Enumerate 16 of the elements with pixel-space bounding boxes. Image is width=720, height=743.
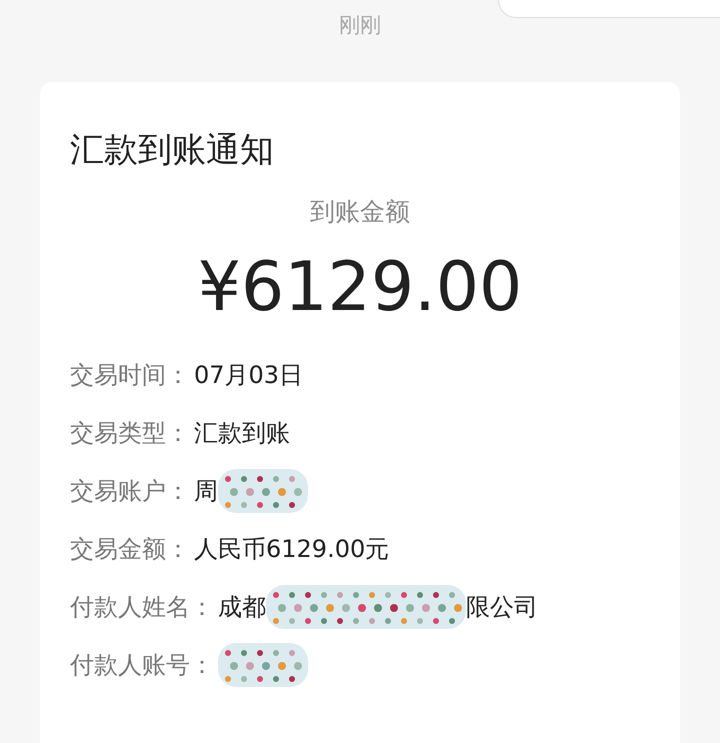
card-title: 汇款到账通知	[70, 129, 275, 172]
field-value: 周	[194, 476, 218, 507]
amount-label: 到账金额	[310, 196, 410, 228]
field-value: 07月03日	[194, 360, 304, 391]
field-value: 汇款到账	[194, 418, 290, 449]
field-value: 人民币6129.00元	[194, 534, 390, 565]
field-value: 成都	[218, 592, 266, 623]
field-label: 交易账户：	[70, 476, 190, 507]
field-label: 交易时间：	[70, 360, 190, 391]
field-value: 限公司	[466, 592, 538, 623]
field-label: 付款人账号：	[70, 650, 214, 681]
field-label: 交易金额：	[70, 534, 190, 565]
timestamp: 刚刚	[339, 12, 381, 39]
field-label: 交易类型：	[70, 418, 190, 449]
amount-value: ¥6129.00	[198, 247, 522, 329]
field-label: 付款人姓名：	[70, 592, 214, 623]
